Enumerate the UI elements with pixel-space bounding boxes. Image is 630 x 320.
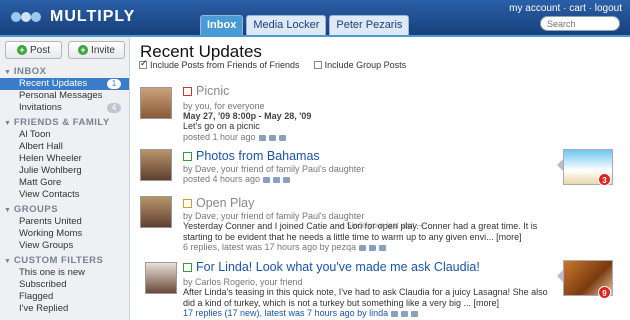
sidebar-section-friends-family[interactable]: FRIENDS & FAMILY bbox=[0, 114, 129, 129]
post-footer-text[interactable]: 17 replies (17 new), latest was 7 hours … bbox=[183, 308, 388, 318]
sidebar-item-contact[interactable]: Al Toon bbox=[0, 129, 129, 141]
post-title-text: Photos from Bahamas bbox=[196, 149, 320, 163]
checkbox[interactable] bbox=[313, 61, 322, 69]
post-byline: by Carlos Rogerio, your friend bbox=[183, 277, 303, 287]
post-byline: by you, for everyone bbox=[183, 101, 265, 111]
filter-label: Include Posts from Friends of Friends bbox=[150, 60, 300, 70]
photo-count-badge: 3 bbox=[598, 173, 611, 186]
sidebar-item-filter[interactable]: Subscribed bbox=[0, 279, 129, 291]
sidebar-item-label: Personal Messages bbox=[19, 90, 103, 101]
post-body: Let's go on a picnic bbox=[183, 121, 260, 131]
post-byline: by Dave, your friend of family Paul's da… bbox=[183, 164, 365, 174]
calendar-icon bbox=[183, 86, 192, 96]
sidebar-item-view-groups[interactable]: View Groups bbox=[0, 240, 129, 252]
post-footer: posted 4 hours ago bbox=[183, 174, 291, 184]
sidebar-item-contact[interactable]: Helen Wheeler bbox=[0, 153, 129, 165]
sidebar-section-custom-filters[interactable]: CUSTOM FILTERS bbox=[0, 252, 129, 267]
plus-icon: + bbox=[16, 45, 27, 55]
post-title[interactable]: Picnic bbox=[183, 84, 229, 98]
invite-label: Invite bbox=[91, 44, 115, 56]
post-button[interactable]: + Post bbox=[5, 41, 62, 59]
sidebar-section-inbox[interactable]: INBOX bbox=[0, 63, 129, 78]
post-footer-text: 6 replies, latest was 17 hours ago by pe… bbox=[183, 242, 357, 252]
sidebar-item-filter[interactable]: This one is new bbox=[0, 267, 129, 279]
sidebar-item-invitations[interactable]: Invitations 4 bbox=[0, 102, 129, 114]
top-bar: MULTIPLY Inbox Media Locker Peter Pezari… bbox=[0, 0, 630, 36]
post-title[interactable]: Photos from Bahamas bbox=[183, 149, 320, 163]
post-footer-text: posted 1 hour ago bbox=[183, 132, 256, 142]
sidebar-item-contact[interactable]: Julie Wohlberg bbox=[0, 165, 129, 177]
event-date: May 27, '09 8:00p - May 28, '09 bbox=[183, 111, 312, 121]
sidebar-item-view-contacts[interactable]: View Contacts bbox=[0, 189, 129, 201]
sidebar-item-group[interactable]: Parents United bbox=[0, 216, 129, 228]
post-title-text: Open Play bbox=[196, 196, 255, 210]
sidebar-item-label: Recent Updates bbox=[19, 78, 88, 89]
action-icons[interactable] bbox=[391, 310, 419, 317]
avatar[interactable] bbox=[145, 262, 177, 294]
post-footer: 6 replies, latest was 17 hours ago by pe… bbox=[183, 242, 387, 252]
sidebar-item-personal-messages[interactable]: Personal Messages bbox=[0, 90, 129, 102]
filter-label: Include Group Posts bbox=[324, 60, 407, 70]
post-body: Yesterday Conner and I joined Catie and … bbox=[183, 221, 538, 242]
post-footer: posted 1 hour ago bbox=[183, 132, 286, 142]
post-title-text: For Linda! Look what you've made me ask … bbox=[196, 260, 480, 274]
sidebar-item-label: Invitations bbox=[19, 102, 62, 113]
post-body: After Linda's teasing in this quick note… bbox=[183, 287, 548, 308]
search-input[interactable] bbox=[540, 16, 620, 31]
tab-profile[interactable]: Peter Pezaris bbox=[329, 15, 410, 35]
count-badge: 4 bbox=[107, 103, 121, 113]
invite-button[interactable]: + Invite bbox=[68, 41, 125, 59]
sidebar-section-groups[interactable]: GROUPS bbox=[0, 201, 129, 216]
filter-friends-of-friends[interactable]: Include Posts from Friends of Friends bbox=[139, 58, 300, 70]
photo-count-badge: 9 bbox=[598, 286, 611, 299]
sidebar-item-filter[interactable]: I've Replied bbox=[0, 303, 129, 315]
post-footer: 17 replies (17 new), latest was 7 hours … bbox=[183, 308, 419, 318]
tab-media-locker[interactable]: Media Locker bbox=[246, 15, 327, 35]
post-title-text: Picnic bbox=[196, 84, 230, 98]
note-icon bbox=[183, 198, 192, 208]
sidebar-item-contact[interactable]: Matt Gore bbox=[0, 177, 129, 189]
avatar[interactable] bbox=[140, 87, 172, 119]
sidebar-item-contact[interactable]: Albert Hall bbox=[0, 141, 129, 153]
sidebar-item-group[interactable]: Working Moms bbox=[0, 228, 129, 240]
count-badge: 1 bbox=[107, 79, 121, 89]
post-footer-text: posted 4 hours ago bbox=[183, 174, 261, 184]
sidebar-item-filter[interactable]: Flagged bbox=[0, 291, 129, 303]
post-byline: by Dave, your friend of family Paul's da… bbox=[183, 211, 365, 221]
sidebar-item-recent-updates[interactable]: Recent Updates 1 bbox=[0, 78, 129, 90]
post-title[interactable]: Open Play bbox=[183, 196, 254, 210]
logo-icon bbox=[11, 12, 41, 22]
invite-icon: + bbox=[78, 45, 89, 55]
photo-icon bbox=[183, 262, 192, 272]
logo[interactable]: MULTIPLY bbox=[10, 7, 135, 27]
sidebar: +Post +Invite INBOX Recent Updates1 Pers… bbox=[0, 37, 130, 320]
filter-group-posts[interactable]: Include Group Posts bbox=[313, 60, 407, 70]
action-icons[interactable] bbox=[258, 134, 286, 141]
post-label: Post bbox=[29, 44, 50, 56]
page-title: Recent Updates bbox=[140, 42, 262, 61]
tab-inbox[interactable]: Inbox bbox=[200, 15, 244, 36]
photo-icon bbox=[183, 151, 192, 161]
brand-name: MULTIPLY bbox=[50, 8, 136, 25]
action-icons[interactable] bbox=[263, 176, 291, 183]
main-content: Recent Updates Include Posts from Friend… bbox=[131, 37, 630, 320]
avatar[interactable] bbox=[140, 149, 172, 181]
avatar[interactable] bbox=[140, 196, 172, 228]
action-icons[interactable] bbox=[359, 244, 387, 251]
checkbox[interactable] bbox=[139, 58, 148, 69]
account-links[interactable]: my account · cart · logout bbox=[509, 3, 622, 14]
post-title[interactable]: For Linda! Look what you've made me ask … bbox=[183, 260, 480, 274]
